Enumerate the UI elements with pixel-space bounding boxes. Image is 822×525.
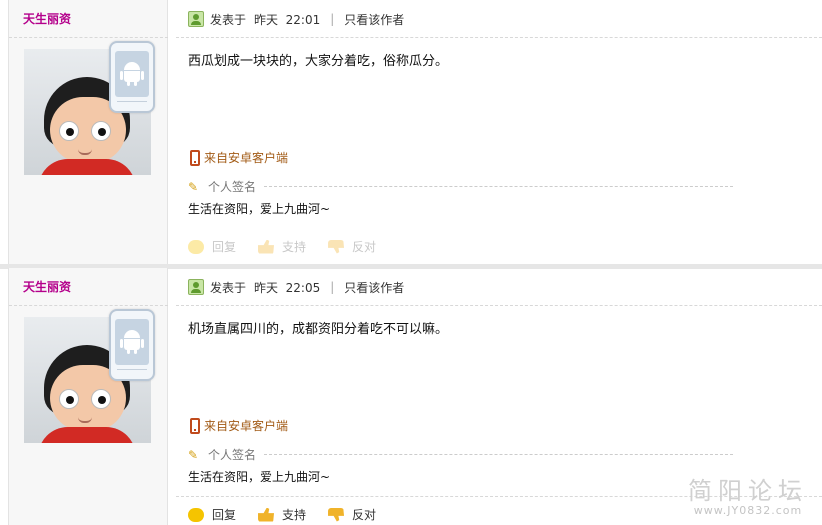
pencil-icon: ✎ xyxy=(188,179,199,194)
android-phone-badge-icon xyxy=(109,309,155,381)
reply-label: 回复 xyxy=(212,240,237,254)
divider xyxy=(176,37,822,38)
only-author-link[interactable]: 只看该作者 xyxy=(344,11,404,28)
post-main: 发表于 昨天 22:01 | 只看该作者 西瓜划成一块块的，大家分着吃，俗称瓜分… xyxy=(176,0,822,266)
author-username[interactable]: 天生丽资 xyxy=(23,10,71,27)
thumbs-down-icon xyxy=(328,239,345,254)
reply-button[interactable]: 回复 xyxy=(188,506,236,523)
watermark-url: www.JY0832.com xyxy=(693,504,803,517)
thumbs-up-icon xyxy=(258,239,275,254)
post-content: 西瓜划成一块块的，大家分着吃，俗称瓜分。 xyxy=(188,54,449,69)
post-content: 机场直属四川的，成都资阳分着吃不可以嘛。 xyxy=(188,322,449,337)
oppose-button[interactable]: 反对 xyxy=(328,238,376,255)
post-meta: 发表于 昨天 22:05 | 只看该作者 xyxy=(188,278,404,296)
post-1: 天生丽资 发表于 昨天 22:01 | 只看该作者 西瓜划成一块块的，大家分着吃… xyxy=(0,0,822,266)
user-meta-icon xyxy=(188,279,204,295)
only-author-link[interactable]: 只看该作者 xyxy=(344,279,404,296)
support-label: 支持 xyxy=(282,240,307,254)
mobile-phone-icon xyxy=(190,417,200,434)
mobile-phone-icon xyxy=(190,149,200,166)
posted-label: 发表于 xyxy=(210,280,247,295)
posted-time: 昨天 22:01 xyxy=(254,12,321,27)
divider xyxy=(9,305,168,306)
signature-header: ✎ 个人签名 xyxy=(188,446,733,463)
author-username[interactable]: 天生丽资 xyxy=(23,278,71,295)
author-sidebar: 天生丽资 xyxy=(8,0,168,266)
source-label: 来自安卓客户端 xyxy=(204,151,289,165)
reply-button[interactable]: 回复 xyxy=(188,238,236,255)
pencil-icon: ✎ xyxy=(188,447,199,462)
signature-label: 个人签名 xyxy=(208,180,257,194)
user-meta-icon xyxy=(188,11,204,27)
thumbs-down-icon xyxy=(328,507,345,522)
reply-label: 回复 xyxy=(212,508,237,522)
signature-text: 生活在资阳，爱上九曲河~ xyxy=(188,470,331,484)
post-actions: 回复 支持 反对 xyxy=(188,506,398,523)
oppose-label: 反对 xyxy=(352,508,377,522)
post-actions: 回复 支持 反对 xyxy=(188,238,398,255)
oppose-button[interactable]: 反对 xyxy=(328,506,376,523)
support-label: 支持 xyxy=(282,508,307,522)
signature-label: 个人签名 xyxy=(208,448,257,462)
source-label: 来自安卓客户端 xyxy=(204,419,289,433)
author-sidebar: 天生丽资 xyxy=(8,268,168,525)
site-watermark: 简阳论坛 www.JY0832.com xyxy=(688,471,808,517)
thumbs-up-icon xyxy=(258,507,275,522)
meta-separator: | xyxy=(330,12,335,26)
posted-time: 昨天 22:05 xyxy=(254,280,321,295)
meta-separator: | xyxy=(330,280,335,294)
signature-header: ✎ 个人签名 xyxy=(188,178,733,195)
divider xyxy=(9,37,168,38)
signature-text: 生活在资阳，爱上九曲河~ xyxy=(188,202,331,216)
reply-icon xyxy=(188,239,204,254)
android-phone-badge-icon xyxy=(109,41,155,113)
reply-icon xyxy=(188,507,204,522)
post-source[interactable]: 来自安卓客户端 xyxy=(190,149,288,166)
oppose-label: 反对 xyxy=(352,240,377,254)
watermark-title: 简阳论坛 xyxy=(688,477,808,505)
post-meta: 发表于 昨天 22:01 | 只看该作者 xyxy=(188,10,404,28)
support-button[interactable]: 支持 xyxy=(258,506,306,523)
posted-label: 发表于 xyxy=(210,12,247,27)
post-source[interactable]: 来自安卓客户端 xyxy=(190,417,288,434)
divider xyxy=(176,305,822,306)
support-button[interactable]: 支持 xyxy=(258,238,306,255)
